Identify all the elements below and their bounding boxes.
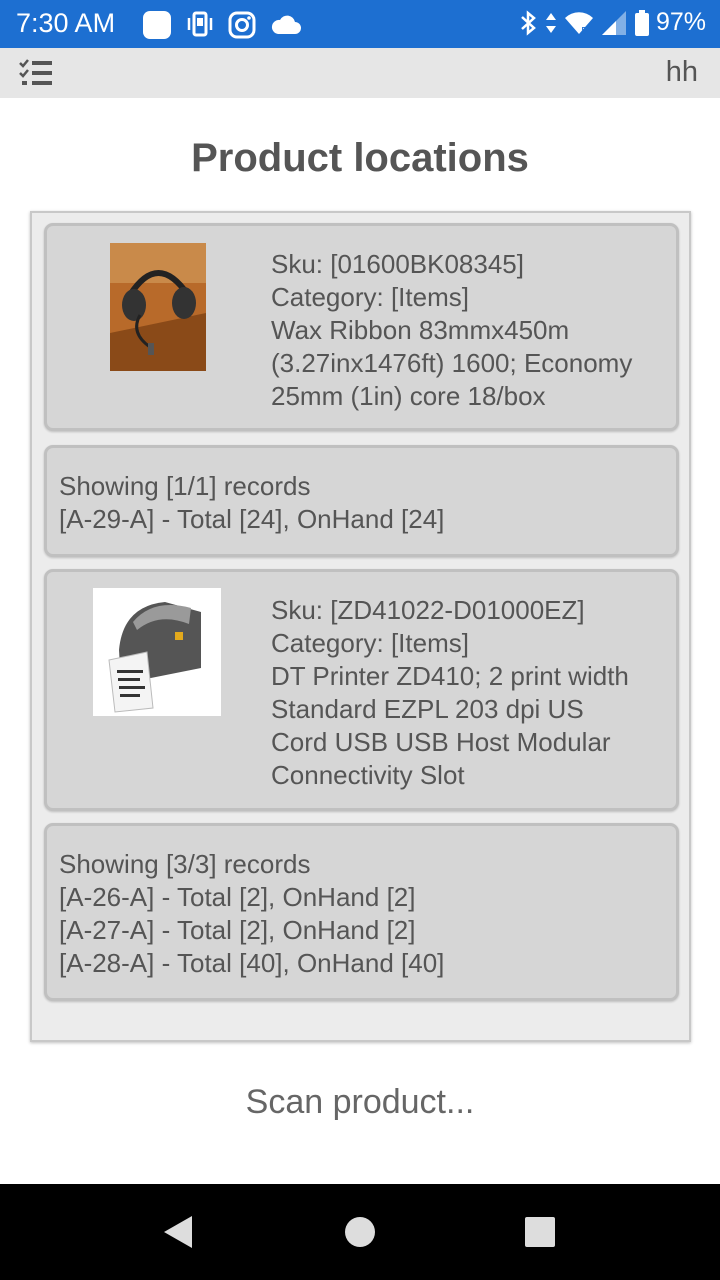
product-category: Category: [Items] (271, 628, 469, 658)
location-record: [A-27-A] - Total [2], OnHand [2] (59, 915, 416, 945)
recents-icon[interactable] (492, 1184, 588, 1280)
data-arrows-icon (545, 12, 556, 33)
location-record: [A-26-A] - Total [2], OnHand [2] (59, 882, 416, 912)
svg-text:5: 5 (581, 26, 587, 37)
headset-thumbnail (110, 243, 206, 371)
location-record: [A-28-A] - Total [40], OnHand [40] (59, 948, 445, 978)
product-card[interactable]: Sku: [ZD41022-D01000EZ] Category: [Items… (44, 569, 679, 811)
user-initials[interactable]: hh (666, 56, 698, 89)
product-description-line: Connectivity Slot (271, 760, 465, 790)
product-description-line: DT Printer ZD410; 2 print width (271, 661, 629, 691)
records-card[interactable]: Showing [1/1] records [A-29-A] - Total [… (44, 445, 679, 557)
system-nav-bar (0, 1184, 720, 1280)
battery-percent: 97% (655, 8, 706, 36)
status-time: 7:30 AM (16, 8, 116, 38)
records-summary: Showing [1/1] records (59, 471, 311, 501)
records-details: Showing [1/1] records [A-29-A] - Total [… (59, 470, 669, 536)
product-location-list[interactable]: Sku: [01600BK08345] Category: [Items] Wa… (30, 211, 691, 1042)
bluetooth-icon (521, 9, 536, 36)
status-bar: 7:30 AM 5 97% (0, 0, 720, 48)
system-icons: 5 97% (518, 8, 706, 37)
app-bar: hh (0, 48, 720, 98)
product-details: Sku: [ZD41022-D01000EZ] Category: [Items… (271, 594, 671, 792)
phone-vibrate-icon (187, 11, 213, 37)
cloud-icon (271, 15, 301, 34)
instagram-icon (228, 11, 256, 39)
wifi-icon: 5 (564, 11, 593, 37)
location-record: [A-29-A] - Total [24], OnHand [24] (59, 504, 445, 534)
label-printer-thumbnail (93, 588, 221, 716)
notification-icons (142, 10, 302, 40)
app-icon (143, 11, 171, 39)
home-icon[interactable] (312, 1184, 408, 1280)
product-description-line: (3.27inx1476ft) 1600; Economy (271, 348, 633, 378)
records-summary: Showing [3/3] records (59, 849, 311, 879)
product-description-line: Wax Ribbon 83mmx450m (271, 315, 570, 345)
product-description-line: 25mm (1in) core 18/box (271, 381, 546, 411)
product-card[interactable]: Sku: [01600BK08345] Category: [Items] Wa… (44, 223, 679, 431)
product-details: Sku: [01600BK08345] Category: [Items] Wa… (271, 248, 671, 413)
records-details: Showing [3/3] records [A-26-A] - Total [… (59, 848, 669, 980)
checklist-menu-icon[interactable] (18, 58, 54, 88)
product-category: Category: [Items] (271, 282, 469, 312)
scan-product-input[interactable]: Scan product... (0, 1083, 720, 1122)
page-title: Product locations (191, 136, 529, 180)
back-icon[interactable] (130, 1184, 226, 1280)
battery-icon (634, 9, 649, 36)
product-description-line: Cord USB USB Host Modular (271, 727, 611, 757)
product-sku: Sku: [01600BK08345] (271, 249, 524, 279)
signal-icon (601, 10, 626, 35)
product-sku: Sku: [ZD41022-D01000EZ] (271, 595, 585, 625)
records-card[interactable]: Showing [3/3] records [A-26-A] - Total [… (44, 823, 679, 1001)
product-description-line: Standard EZPL 203 dpi US (271, 694, 584, 724)
